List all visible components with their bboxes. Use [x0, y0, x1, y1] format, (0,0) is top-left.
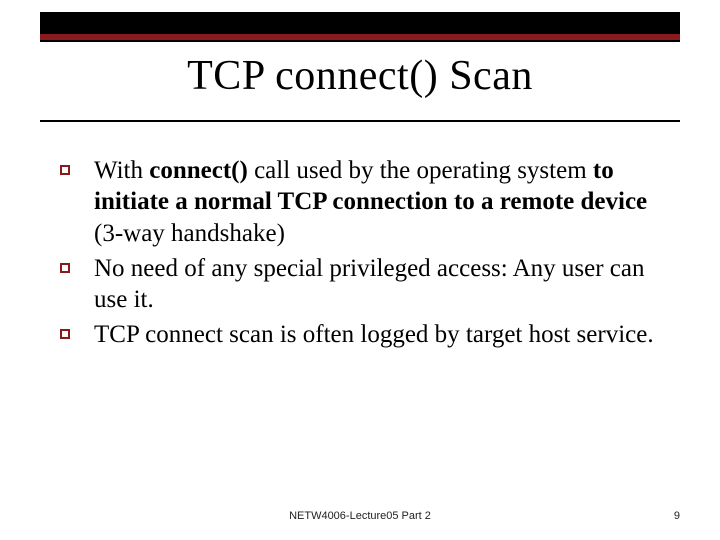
bullet-text: TCP connect scan is often logged by targ… — [94, 319, 654, 350]
square-bullet-icon — [60, 165, 70, 175]
square-bullet-icon — [60, 263, 70, 273]
footer-page-number: 9 — [674, 510, 680, 522]
bullet-text: No need of any special privileged access… — [94, 253, 660, 316]
slide-title: TCP connect() Scan — [40, 52, 680, 100]
title-underline — [40, 120, 680, 122]
bullet-item: TCP connect scan is often logged by targ… — [60, 319, 660, 350]
title-container: TCP connect() Scan — [40, 52, 680, 110]
slide: TCP connect() Scan With connect() call u… — [0, 0, 720, 540]
square-bullet-icon — [60, 329, 70, 339]
footer-center-text: NETW4006-Lecture05 Part 2 — [0, 510, 720, 522]
bullet-text: With connect() call used by the operatin… — [94, 155, 660, 249]
bullet-item: No need of any special privileged access… — [60, 253, 660, 316]
bullet-item: With connect() call used by the operatin… — [60, 155, 660, 249]
body-content: With connect() call used by the operatin… — [60, 155, 660, 355]
top-bar-decoration — [40, 12, 680, 42]
